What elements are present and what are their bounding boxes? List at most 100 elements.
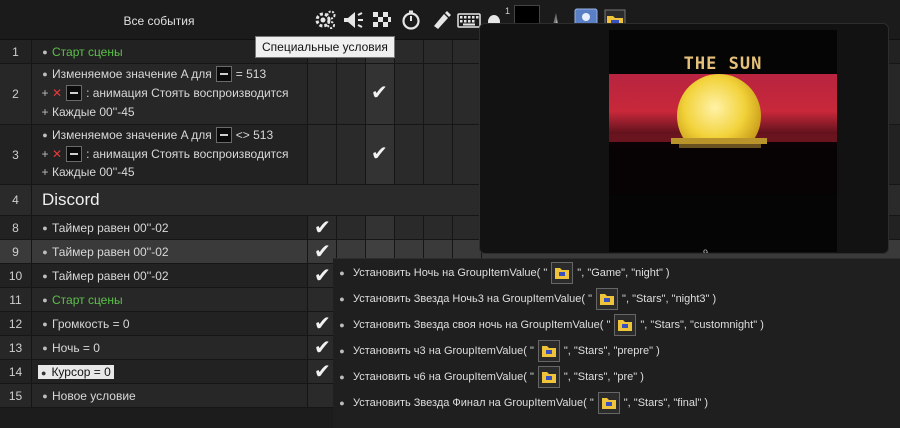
event-number: 10 <box>0 264 32 287</box>
timer-icon[interactable] <box>398 8 424 32</box>
plus-icon: + <box>41 147 49 161</box>
action-params: ", "Stars", "night3" ) <box>622 292 717 305</box>
action-text: Установить Звезда Ночь3 на GroupItemValu… <box>353 292 593 305</box>
pen-icon[interactable] <box>428 8 454 32</box>
negation-x-icon: ✕ <box>52 147 63 161</box>
action-item[interactable]: ● Установить ч3 на GroupItemValue( " ", … <box>333 338 900 363</box>
bullet-icon: ● <box>42 391 48 401</box>
condition-text[interactable]: Изменяемое значение A для <box>52 67 212 81</box>
action-text: Установить ч3 на GroupItemValue( " <box>353 344 534 357</box>
action-check-icon[interactable]: ✔ <box>314 263 331 288</box>
bullet-icon: ● <box>42 47 48 57</box>
plus-icon: + <box>41 105 49 119</box>
action-text: Установить Ночь на GroupItemValue( " <box>353 266 548 279</box>
folder-object-icon[interactable] <box>614 313 637 336</box>
plus-icon: + <box>41 86 49 100</box>
folder-object-icon[interactable] <box>551 261 574 284</box>
frame-preview-popup: THE SUN 9 <box>479 23 889 254</box>
action-item[interactable]: ● Установить Звезда Ночь3 на GroupItemVa… <box>333 286 900 311</box>
object-thumbnail[interactable] <box>66 146 83 162</box>
action-check-icon[interactable]: ✔ <box>314 335 331 360</box>
bullet-icon: ● <box>42 247 48 257</box>
bullet-icon: ● <box>339 319 345 330</box>
condition-text[interactable]: Ночь = 0 <box>52 341 100 355</box>
plus-icon: + <box>41 165 49 179</box>
event-number: 4 <box>0 185 32 215</box>
action-params: ", "Stars", "pre" ) <box>563 370 644 383</box>
action-params: ", "Stars", "customnight" ) <box>640 318 764 331</box>
condition-value: = 513 <box>235 67 267 81</box>
bullet-icon: ● <box>339 371 345 382</box>
action-check-icon[interactable]: ✔ <box>371 80 388 105</box>
action-item[interactable]: ● Установить Звезда своя ночь на GroupIt… <box>333 312 900 337</box>
event-number: 1 <box>0 40 32 63</box>
condition-text[interactable]: Старт сцены <box>52 293 123 307</box>
object-thumbnail[interactable] <box>215 66 232 82</box>
condition-text[interactable]: Таймер равен 00''-02 <box>52 245 169 259</box>
bullet-icon: ● <box>42 343 48 353</box>
condition-text[interactable]: Таймер равен 00''-02 <box>52 221 169 235</box>
action-params: ", "Stars", "final" ) <box>623 396 709 409</box>
condition-text[interactable]: Таймер равен 00''-02 <box>52 269 169 283</box>
condition-text[interactable]: Курсор = 0 <box>51 365 110 379</box>
bullet-icon: ● <box>42 271 48 281</box>
condition-text[interactable]: : анимация Стоять воспроизводится <box>86 147 288 161</box>
event-number: 14 <box>0 360 32 383</box>
preview-frame-counter: 9 <box>703 248 709 254</box>
group-title[interactable]: Discord <box>42 190 100 210</box>
preview-title: THE SUN <box>683 54 763 74</box>
bullet-icon: ● <box>339 267 345 278</box>
event-number: 8 <box>0 216 32 239</box>
action-params: ", "Stars", "prepre" ) <box>563 344 660 357</box>
bullet-icon: ● <box>42 295 48 305</box>
bullet-icon: ● <box>42 319 48 329</box>
system-gear-icon[interactable] <box>312 8 338 32</box>
event-number: 15 <box>0 384 32 407</box>
action-check-icon[interactable]: ✔ <box>371 141 388 166</box>
condition-value: <> 513 <box>235 128 274 142</box>
action-check-icon[interactable]: ✔ <box>314 215 331 240</box>
condition-text[interactable]: Каждые 00''-45 <box>52 105 135 119</box>
event-number: 2 <box>0 64 32 124</box>
action-item[interactable]: ● Установить Звезда Финал на GroupItemVa… <box>333 390 900 415</box>
object-thumbnail[interactable] <box>215 127 232 143</box>
action-text: Установить Звезда Финал на GroupItemValu… <box>353 396 594 409</box>
preview-image: THE SUN <box>609 30 837 252</box>
folder-object-icon[interactable] <box>537 365 560 388</box>
condition-text[interactable]: Изменяемое значение A для <box>52 128 212 142</box>
action-check-icon[interactable]: ✔ <box>314 311 331 336</box>
folder-object-icon[interactable] <box>537 339 560 362</box>
action-check-icon[interactable]: ✔ <box>314 239 331 264</box>
actions-list: ● Установить Ночь на GroupItemValue( " "… <box>333 258 900 428</box>
object-thumbnail[interactable] <box>66 85 83 101</box>
action-item[interactable]: ● Установить ч6 на GroupItemValue( " ", … <box>333 364 900 389</box>
event-number: 9 <box>0 240 32 263</box>
action-text: Установить ч6 на GroupItemValue( " <box>353 370 534 383</box>
action-text: Установить Звезда своя ночь на GroupItem… <box>353 318 611 331</box>
bullet-icon: ● <box>42 223 48 233</box>
event-number: 12 <box>0 312 32 335</box>
all-events-title: Все события <box>123 14 195 28</box>
speaker-icon[interactable] <box>340 8 366 32</box>
condition-text[interactable]: : анимация Стоять воспроизводится <box>86 86 288 100</box>
event-number: 3 <box>0 125 32 184</box>
event-number: 11 <box>0 288 32 311</box>
checker-flag-icon[interactable] <box>369 8 395 32</box>
bullet-icon: ● <box>42 130 48 140</box>
condition-text[interactable]: Старт сцены <box>52 45 123 59</box>
bullet-icon: ● <box>42 69 48 79</box>
special-conditions-tooltip: Специальные условия <box>255 36 395 58</box>
bullet-icon: ● <box>339 397 345 408</box>
action-params: ", "Game", "night" ) <box>577 266 670 279</box>
new-condition-link[interactable]: Новое условие <box>52 389 136 403</box>
folder-object-icon[interactable] <box>597 391 620 414</box>
bullet-icon: ● <box>339 345 345 356</box>
sunset-graphic <box>609 74 837 194</box>
condition-text[interactable]: Каждые 00''-45 <box>52 165 135 179</box>
player-count-label: 1 <box>505 6 511 16</box>
action-item[interactable]: ● Установить Ночь на GroupItemValue( " "… <box>333 260 900 285</box>
folder-object-icon[interactable] <box>596 287 619 310</box>
condition-text-selected[interactable]: ● Курсор = 0 <box>38 365 114 379</box>
condition-text[interactable]: Громкость = 0 <box>52 317 130 331</box>
action-check-icon[interactable]: ✔ <box>314 359 331 384</box>
